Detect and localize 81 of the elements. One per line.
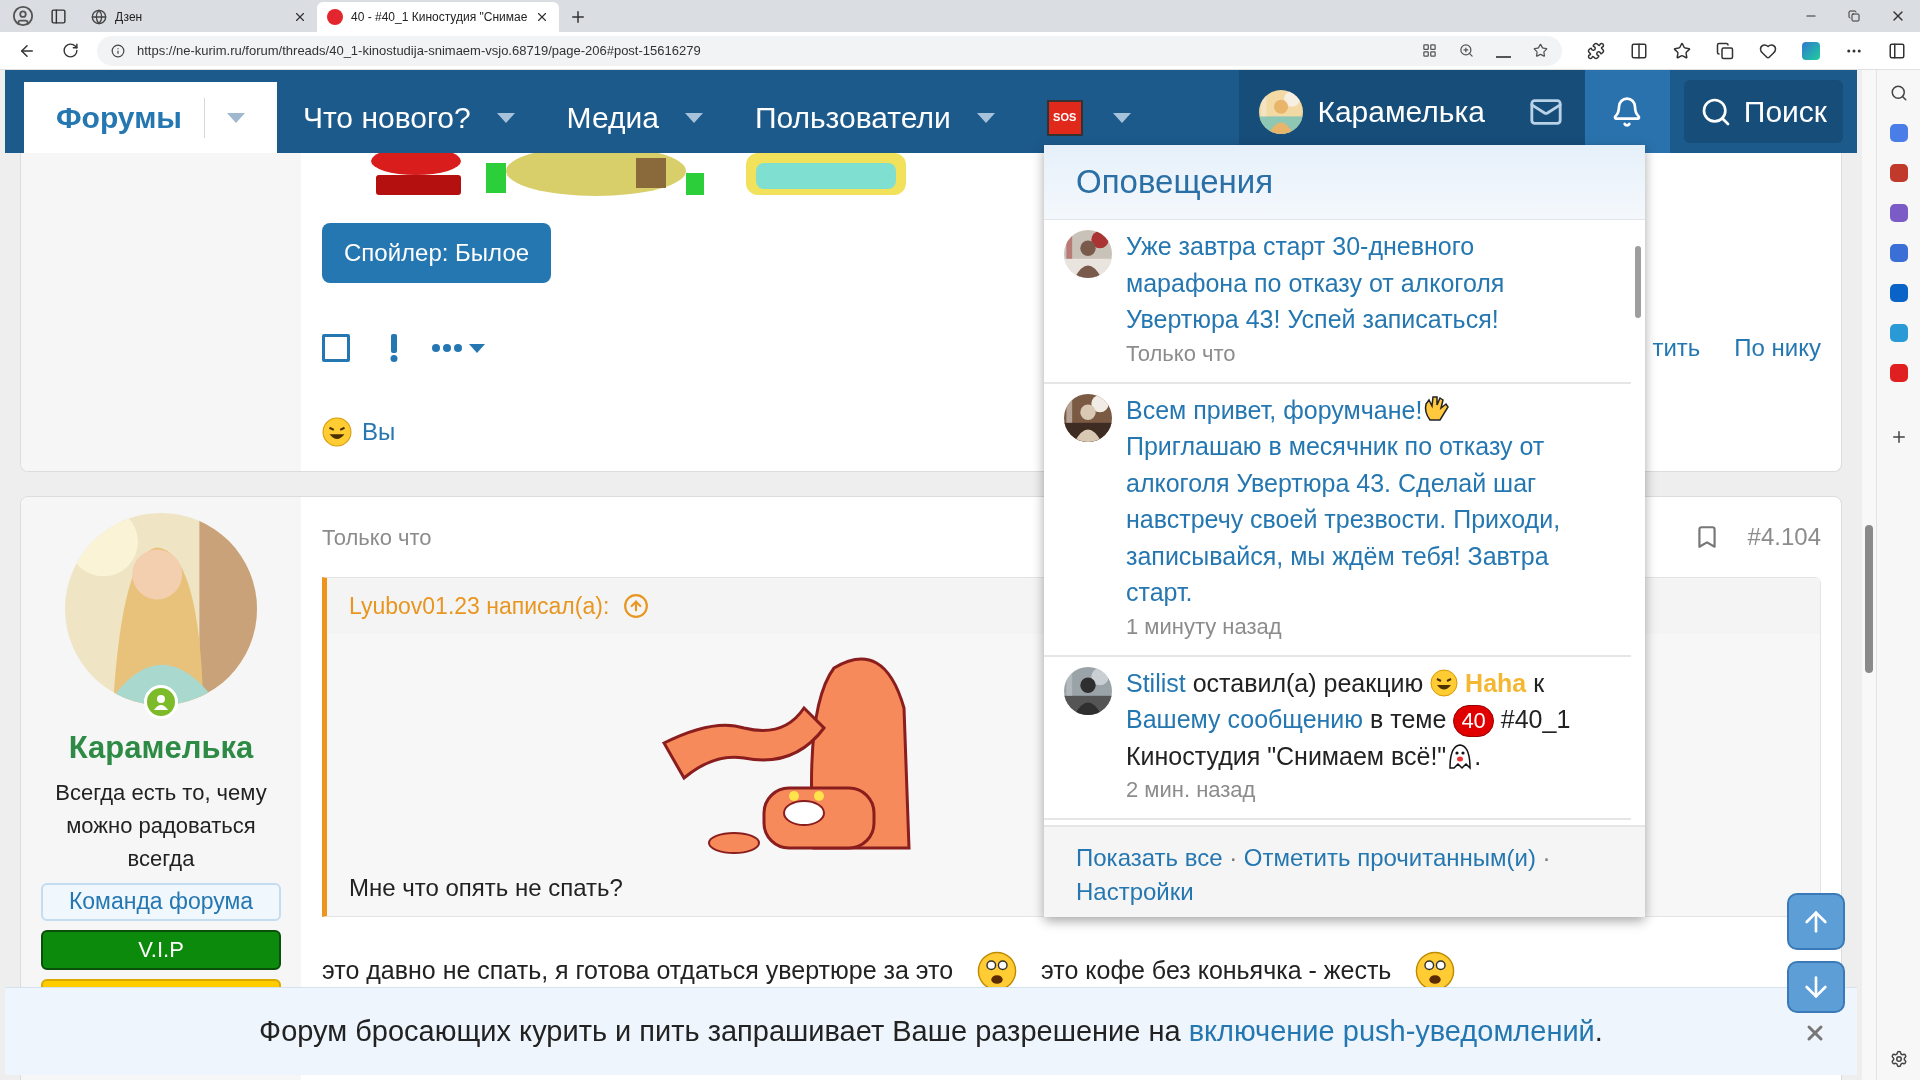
scroll-down-button[interactable] [1787, 961, 1845, 1013]
tab-actions-icon[interactable] [50, 7, 67, 25]
sos-button[interactable]: SOS [1046, 99, 1083, 136]
laughing-emoji-icon [322, 417, 352, 447]
spoiler-button[interactable]: Спойлер: Былое [322, 223, 552, 283]
footer-link[interactable]: Отметить прочитанным(и) [1243, 844, 1536, 871]
app-icon[interactable] [1889, 124, 1908, 142]
user-badge: Команда форума [41, 882, 281, 921]
nav-tab[interactable]: Что нового? [302, 95, 471, 140]
settings-icon[interactable] [1889, 1050, 1908, 1068]
nav-tab[interactable]: Медиа [566, 95, 659, 140]
app-icon[interactable] [1422, 43, 1437, 58]
report-icon[interactable] [390, 334, 398, 362]
username[interactable]: Карамелька [68, 725, 254, 772]
caret-icon[interactable] [684, 112, 703, 123]
zoom-icon[interactable] [1459, 43, 1474, 58]
page-scrollbar[interactable] [1862, 70, 1876, 1080]
app-icon[interactable] [1802, 41, 1820, 60]
reply-link[interactable]: По нику [1734, 330, 1821, 366]
heart-icon[interactable] [1759, 41, 1777, 60]
favorites-icon[interactable] [1673, 41, 1691, 60]
caret-icon[interactable] [1112, 112, 1131, 123]
notification-link[interactable]: Всем привет, форумчане! Приглашаю в месячник по отказу от алкоголя Увертюра 43. Сделай шаг навстречу своей трезвости. Приходи, записывайся, мы ждём тебя! Завтра старт. [1126, 391, 1591, 611]
panel-title: Оповещения [1076, 162, 1274, 203]
panel-footer: Показать все · Отметить прочитанным(и) · Настройки [1076, 841, 1613, 909]
app-icon[interactable] [1889, 244, 1908, 262]
thread-badge: 40 [1453, 705, 1494, 737]
notification-time: Только что [1126, 339, 1237, 368]
user-badge: V.I.P [41, 929, 281, 970]
search-icon[interactable] [1889, 84, 1908, 102]
nav-tab[interactable]: Пользователи [754, 95, 951, 140]
post-text: это кофе без коньячка - жесть [1041, 955, 1392, 987]
banner-text: Форум бросающих курить и пить запрашивает Ваше разрешение на включение push-уведомлений. [259, 1013, 1603, 1049]
profile-icon[interactable] [12, 5, 34, 27]
app-icon[interactable] [1889, 324, 1908, 342]
browser-tab[interactable]: 40 - #40_1 Киностудия "Снимае [317, 2, 560, 32]
close-icon[interactable] [293, 10, 307, 24]
app-icon[interactable] [1889, 364, 1908, 382]
post-time[interactable]: Только что [322, 520, 432, 554]
notification-link[interactable]: Уже завтра старт 30-дневного марафона по отказу от алкоголя Увертюра 43! Успей записаться! [1126, 228, 1591, 338]
notification-time: 1 минуту назад [1126, 612, 1283, 641]
reactions-link[interactable]: Вы [362, 414, 396, 450]
user-status: Всегда есть то, чему можно радоваться всегда [54, 778, 268, 873]
app-icon[interactable] [1889, 204, 1908, 222]
tab-title: 40 - #40_1 Киностудия "Снимае [351, 9, 528, 26]
waving-hand-icon [1422, 393, 1451, 424]
quote-text: Мне что опять не спать? [349, 873, 623, 903]
caret-icon[interactable] [496, 112, 515, 123]
caret-icon[interactable] [976, 112, 995, 123]
checkbox[interactable] [322, 334, 350, 362]
app-icon[interactable] [1889, 284, 1908, 302]
extensions-icon[interactable] [1587, 41, 1605, 60]
site-info-icon [111, 43, 125, 58]
scrollbar-thumb[interactable] [1635, 246, 1641, 318]
app-icon[interactable] [1889, 164, 1908, 182]
collections-icon[interactable] [1716, 41, 1734, 60]
tab-title: Дзен [115, 9, 144, 26]
notification-text: Stilist оставил(а) реакцию Haha к Вашему сообщению в теме 40 #40_1 Киностудия "Снимаем всё!" . [1126, 667, 1572, 772]
alerts-button[interactable] [1584, 70, 1670, 153]
notification-time: 2 мин. назад [1126, 776, 1257, 804]
globe-icon [91, 9, 107, 25]
push-link[interactable]: включение push-уведомлений [1188, 1014, 1595, 1047]
address-field[interactable]: https://ne-kurim.ru/forum/threads/40_1-kinostudija-snimaem-vsjo.68719/page-206#post-15616279 [97, 35, 1562, 66]
site-icon [327, 9, 343, 25]
star-icon[interactable] [1533, 43, 1548, 58]
search-button[interactable]: Поиск [1683, 80, 1843, 143]
split-screen-icon[interactable] [1630, 41, 1648, 60]
notification-link[interactable]: Вашему сообщению [1126, 705, 1364, 733]
laughing-emoji-icon [1430, 668, 1459, 697]
restore-icon[interactable] [1848, 10, 1860, 22]
post-number[interactable]: #4.104 [1747, 519, 1821, 555]
footer-link[interactable]: Настройки [1076, 878, 1194, 905]
scrollbar-thumb[interactable] [1865, 525, 1873, 673]
sidebar-icon[interactable] [1888, 41, 1906, 60]
scroll-up-button[interactable] [1787, 893, 1845, 950]
browser-tab[interactable]: Дзен [81, 2, 317, 32]
footer-link[interactable]: Показать все [1076, 844, 1223, 871]
post-text: это давно не спать, я готова отдаться увертюре за это [322, 955, 954, 987]
reload-icon[interactable] [62, 42, 79, 59]
reply-link[interactable]: тить [1652, 330, 1701, 366]
notification-link[interactable]: Stilist [1126, 668, 1186, 697]
